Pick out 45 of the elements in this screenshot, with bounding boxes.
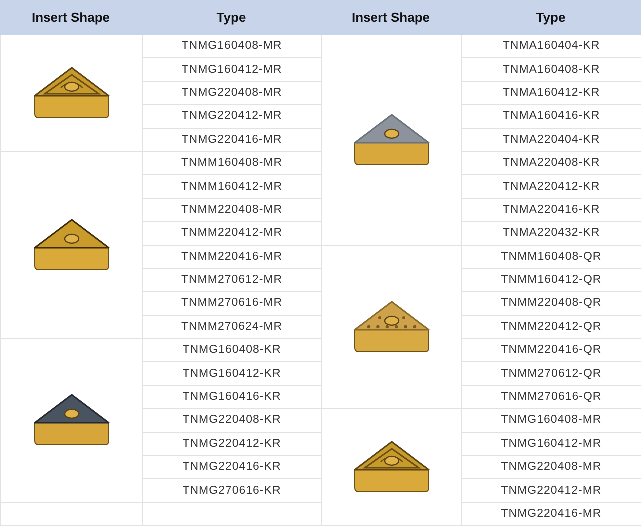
table-cell: TNMA160416-KR <box>461 105 641 129</box>
table-cell: TNMM220416-QR <box>461 339 641 362</box>
table-cell: TNMG160412-MR <box>461 432 641 456</box>
table-cell: TNMG220416-KR <box>142 456 321 480</box>
table-cell: TNMM220408-MR <box>142 198 321 222</box>
table-cell: TNMG220408-MR <box>142 82 321 106</box>
table-cell: TNMG220416-MR <box>461 502 641 526</box>
table-cell: TNMA160408-KR <box>461 58 641 82</box>
table-cell: TNMM160408-MR <box>142 152 321 176</box>
table-cell: TNMM220408-QR <box>461 292 641 316</box>
table-cell: TNMG270616-KR <box>142 479 321 503</box>
table-cell: TNMM270624-MR <box>142 316 321 340</box>
table-cell: TNMM220416-MR <box>142 246 321 269</box>
table-cell: TNMM160412-MR <box>142 175 321 199</box>
table-cell: TNMG160412-KR <box>142 362 321 386</box>
table-cell: TNMA160404-KR <box>461 35 641 58</box>
table-cell: TNMG160408-MR <box>461 409 641 433</box>
table-cell: TNMG220412-KR <box>142 432 321 456</box>
table-cell: TNMA220416-KR <box>461 198 641 222</box>
table-cell: TNMA220412-KR <box>461 175 641 199</box>
column-header: Insert Shape <box>321 0 461 35</box>
table-cell: TNMG220408-MR <box>461 456 641 480</box>
table-cell: TNMG220408-KR <box>142 409 321 433</box>
table-cell: TNMA220404-KR <box>461 128 641 152</box>
table-cell: TNMG220412-MR <box>461 479 641 503</box>
table-cell: TNMA220408-KR <box>461 152 641 176</box>
table-cell: TNMG160412-MR <box>142 58 321 82</box>
table-cell: TNMA220432-KR <box>461 222 641 246</box>
column-header: Insert Shape <box>0 0 142 35</box>
table-cell: TNMM160412-QR <box>461 268 641 292</box>
column-header: Type <box>142 0 321 35</box>
table-cell: TNMA160412-KR <box>461 82 641 106</box>
table-cell: TNMG220416-MR <box>142 128 321 152</box>
table-cell: TNMG160408-MR <box>142 35 321 58</box>
table-cell: TNMM270612-MR <box>142 268 321 292</box>
table-cell: TNMM220412-MR <box>142 222 321 246</box>
table-cell: TNMM270612-QR <box>461 362 641 386</box>
table-cell: TNMG160416-KR <box>142 386 321 410</box>
table-cell: TNMG220412-MR <box>142 105 321 129</box>
table-cell: TNMM220412-QR <box>461 316 641 340</box>
table-cell: TNMM270616-QR <box>461 386 641 410</box>
table-cell: TNMG160408-KR <box>142 339 321 362</box>
table-cell: TNMM160408-QR <box>461 246 641 269</box>
table-cell: TNMM270616-MR <box>142 292 321 316</box>
column-header: Type <box>461 0 641 35</box>
